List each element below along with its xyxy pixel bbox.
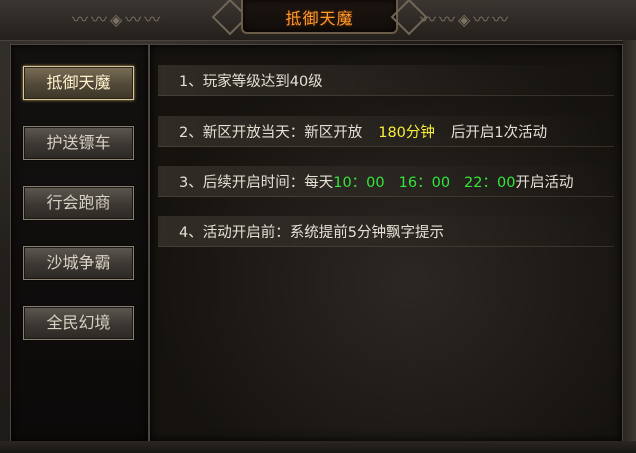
rule-text-3: 3、后续开启时间：每天10：00 16：00 22：00开启活动 [179, 171, 573, 192]
rule-text-1: 1、玩家等级达到40级 [179, 74, 323, 90]
game-window: 〰〰◈〰〰 抵御天魔 〰〰◈〰〰 抵御天魔 护送镖车 行会跑商 沙城争霸 全民幻… [0, 0, 636, 453]
rule-row-3: 3、后续开启时间：每天10：00 16：00 22：00开启活动 [158, 166, 614, 197]
frame-right-edge [623, 40, 636, 453]
sidebar-item-escort-cart[interactable]: 护送镖车 [23, 126, 134, 160]
sidebar-item-illusion-realm[interactable]: 全民幻境 [23, 306, 134, 340]
rules-panel: 1、玩家等级达到40级 2、新区开放当天：新区开放 180分钟 后开启1次活动 3、… [149, 44, 623, 442]
dragon-ornament-left-icon: 〰〰◈〰〰 [72, 10, 164, 29]
title-bar: 〰〰◈〰〰 抵御天魔 〰〰◈〰〰 [0, 0, 636, 41]
rule-text-2: 2、新区开放当天：新区开放 180分钟 后开启1次活动 [179, 121, 547, 142]
activity-sidebar: 抵御天魔 护送镖车 行会跑商 沙城争霸 全民幻境 [10, 44, 149, 442]
rule-2-prefix: 2、新区开放当天：新区开放 [179, 125, 363, 141]
rule-2-suffix: 后开启1次活动 [450, 125, 548, 141]
rule-3-prefix: 3、后续开启时间：每天 [179, 175, 334, 191]
rule-text-4: 4、活动开启前：系统提前5分钟飘字提示 [179, 225, 444, 241]
rule-2-duration: 180分钟 [378, 125, 435, 141]
rule-3-time-1: 10：00 [333, 175, 385, 191]
rule-3-suffix: 开启活动 [515, 175, 574, 191]
frame-bottom-edge [0, 441, 636, 453]
dragon-ornament-right-icon: 〰〰◈〰〰 [420, 10, 512, 29]
title-plate: 抵御天魔 [241, 0, 398, 34]
window-title: 抵御天魔 [285, 9, 354, 28]
sidebar-item-sand-city-war[interactable]: 沙城争霸 [23, 246, 134, 280]
rule-3-time-2: 16：00 [398, 175, 451, 191]
rule-3-time-3: 22：00 [464, 175, 516, 191]
rule-row-4: 4、活动开启前：系统提前5分钟飘字提示 [158, 216, 614, 247]
sidebar-item-guild-trade[interactable]: 行会跑商 [23, 186, 134, 220]
rule-row-1: 1、玩家等级达到40级 [158, 65, 614, 96]
rule-row-2: 2、新区开放当天：新区开放 180分钟 后开启1次活动 [158, 116, 614, 147]
sidebar-item-defend-demons[interactable]: 抵御天魔 [23, 66, 134, 100]
